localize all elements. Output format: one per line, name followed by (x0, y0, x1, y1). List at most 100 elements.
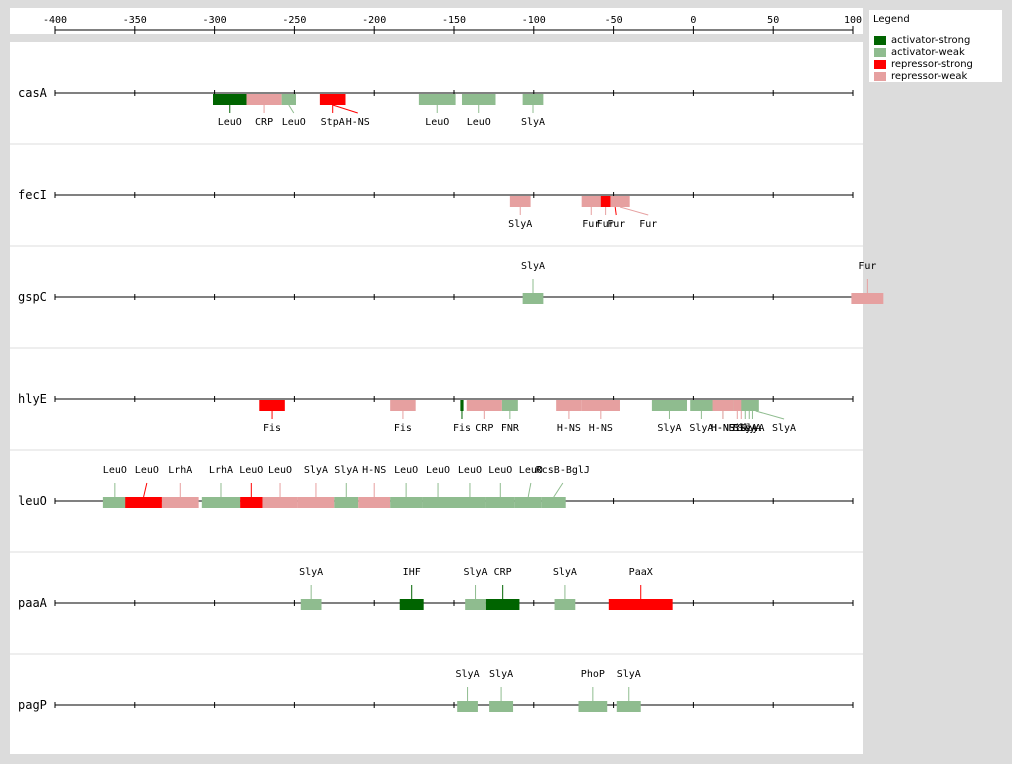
site-label: LeuO (103, 465, 127, 476)
binding-site (125, 497, 162, 508)
binding-site (460, 400, 464, 411)
site-label: CRP (255, 117, 273, 128)
binding-site (418, 94, 456, 105)
axis-tick-label: 100 (844, 15, 862, 26)
binding-site (422, 497, 454, 508)
binding-site (466, 400, 502, 411)
site-label: LeuO (218, 117, 242, 128)
binding-site (651, 400, 688, 411)
site-label: SlyA (521, 261, 545, 272)
binding-site (522, 293, 544, 304)
site-label: SlyA (772, 423, 796, 434)
site-label: PhoP (581, 669, 605, 680)
site-label: CRP (494, 567, 512, 578)
site-label: H-NS (557, 423, 581, 434)
site-label: Fur (607, 219, 625, 230)
binding-site (334, 497, 359, 508)
binding-site (514, 497, 542, 508)
site-label: LeuO (268, 465, 292, 476)
site-label: SlyA (334, 465, 358, 476)
legend-label: activator-weak (891, 47, 965, 58)
site-label: Fur (858, 261, 876, 272)
site-label: LeuO (467, 117, 491, 128)
binding-site (399, 599, 424, 610)
site-label: LeuO (394, 465, 418, 476)
binding-site (554, 599, 576, 610)
legend-label: repressor-weak (891, 71, 968, 82)
diagram-stage: -400 -350 -300 -250 -200 -150 -100 -50 0 50 100 cas… (0, 0, 1012, 764)
site-label: SlyA (553, 567, 577, 578)
axis-tick-label: -150 (442, 15, 466, 26)
binding-site (851, 293, 884, 304)
legend-swatch (874, 72, 886, 81)
binding-site (319, 94, 346, 105)
site-label: StpA (321, 117, 345, 128)
binding-site (457, 701, 478, 712)
axis-tick-label: -200 (362, 15, 386, 26)
axis-tick-label: -350 (123, 15, 147, 26)
binding-site (690, 400, 713, 411)
binding-site (161, 497, 199, 508)
binding-site-map: -400 -350 -300 -250 -200 -150 -100 -50 0 50 100 cas… (10, 8, 884, 754)
site-label: LeuO (426, 465, 450, 476)
binding-site (465, 599, 486, 610)
site-label: LeuO (239, 465, 263, 476)
site-label: SlyA (463, 567, 487, 578)
site-label: LeuO (135, 465, 159, 476)
binding-site (489, 701, 514, 712)
axis-tick-label: -400 (43, 15, 67, 26)
gene-label: fecI (18, 188, 47, 202)
site-label: H-NS (589, 423, 613, 434)
site-label: Fis (453, 423, 471, 434)
site-label: CRP (475, 423, 493, 434)
binding-site (616, 701, 641, 712)
site-label: SlyA (456, 669, 480, 680)
gene-label: gspC (18, 290, 47, 304)
site-label: H-NS (346, 117, 370, 128)
axis-tick-label: 50 (767, 15, 779, 26)
site-label: PaaX (629, 567, 653, 578)
binding-site (390, 497, 423, 508)
binding-site (297, 497, 335, 508)
binding-site (485, 599, 520, 610)
site-label: LeuO (282, 117, 306, 128)
binding-site (300, 599, 322, 610)
site-label: SlyA (299, 567, 323, 578)
binding-site (281, 94, 296, 105)
axis-tick-label: -300 (203, 15, 227, 26)
site-label: LeuO (458, 465, 482, 476)
binding-site (213, 94, 247, 105)
binding-site (522, 94, 544, 105)
site-label: SlyA (508, 219, 532, 230)
binding-site (240, 497, 263, 508)
axis-tick-label: -50 (605, 15, 623, 26)
gene-label: hlyE (18, 392, 47, 406)
axis-tick-label: 0 (690, 15, 696, 26)
site-label: IHF (403, 567, 421, 578)
site-label: LrhA (209, 465, 233, 476)
site-label: Fis (263, 423, 281, 434)
binding-site (358, 497, 391, 508)
site-label: SlyA (521, 117, 545, 128)
binding-site (608, 599, 673, 610)
legend-item-activator-strong: activator-strong (874, 35, 970, 46)
legend-item-activator-weak: activator-weak (874, 47, 965, 58)
binding-site (262, 497, 298, 508)
legend-title: Legend (873, 14, 910, 25)
binding-site (712, 400, 734, 411)
legend: Legend activator-strong activator-weak r… (869, 10, 1002, 82)
binding-site (246, 94, 282, 105)
binding-site (201, 497, 241, 508)
site-label: SlyA (657, 423, 681, 434)
binding-site (610, 196, 630, 207)
site-label: SlyA (304, 465, 328, 476)
axis-tick-label: -250 (282, 15, 306, 26)
binding-site (259, 400, 285, 411)
binding-site (501, 400, 518, 411)
site-label: SlyA (489, 669, 513, 680)
legend-swatch (874, 48, 886, 57)
site-label: LeuO (488, 465, 512, 476)
site-label: LeuO (425, 117, 449, 128)
binding-site (454, 497, 486, 508)
binding-site (390, 400, 416, 411)
